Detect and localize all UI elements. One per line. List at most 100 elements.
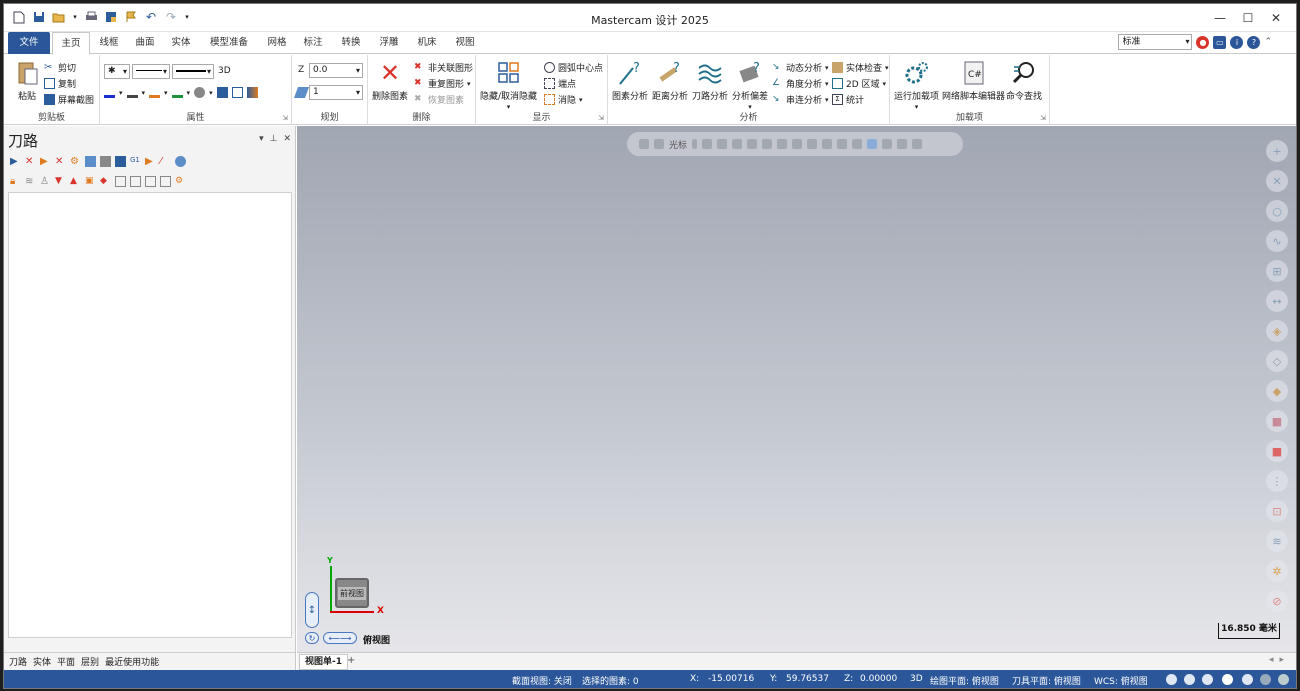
red-cube-icon[interactable]: ■ bbox=[1266, 440, 1288, 462]
area-2d-button[interactable]: 2D 区域 ▾ bbox=[832, 77, 886, 90]
deviation-analysis-button[interactable]: ? 分析偏差 ▾ bbox=[732, 59, 768, 112]
select-failed-icon[interactable]: ✕ bbox=[25, 156, 36, 167]
graphics-viewport[interactable]: 光标 + ✕ ○ ∿ ⊞ ↔ ◈ ◇ ◆ ■ ■ ⋮ ⊡ ≋ ✲ ⊘ Y X 前… bbox=[297, 126, 1296, 652]
panel-tab-1[interactable]: 实体 bbox=[33, 655, 51, 668]
autocursor-label[interactable]: 光标 bbox=[669, 138, 687, 151]
z-depth-input[interactable]: 0.0 bbox=[309, 63, 363, 78]
select-edge-icon[interactable] bbox=[822, 139, 833, 149]
chevron-down-icon[interactable]: ▾ bbox=[142, 89, 146, 97]
snap-icon[interactable] bbox=[702, 139, 713, 149]
wcs-status[interactable]: WCS: 俯视图 bbox=[1094, 674, 1148, 687]
move-up-icon[interactable]: ▲ bbox=[70, 176, 81, 187]
tab-3[interactable]: 曲面 bbox=[128, 32, 162, 54]
toolpath-analysis-button[interactable]: 刀路分析 bbox=[692, 59, 728, 102]
dim-icon[interactable]: ⋮ bbox=[1266, 470, 1288, 492]
chevron-down-icon[interactable]: ▾ bbox=[187, 89, 191, 97]
cursor-icon[interactable] bbox=[654, 139, 664, 149]
move-down-icon[interactable]: ▼ bbox=[55, 176, 66, 187]
select-solid-icon[interactable] bbox=[777, 139, 788, 149]
tab-9[interactable]: 浮雕 bbox=[372, 32, 406, 54]
viewsheet-tab-1[interactable]: 视图单-1 bbox=[299, 654, 348, 670]
point-color-icon[interactable] bbox=[171, 87, 183, 98]
level-input[interactable]: 1 bbox=[309, 85, 363, 100]
tab-1[interactable]: 主页 bbox=[52, 32, 90, 55]
show-all-icon[interactable] bbox=[130, 176, 141, 187]
collapse-icon[interactable] bbox=[145, 176, 156, 187]
globe-icon[interactable] bbox=[1166, 674, 1177, 685]
sphere-wire-icon[interactable] bbox=[1242, 674, 1253, 685]
tab-5[interactable]: 模型准备 bbox=[200, 32, 258, 54]
mode-3d-toggle[interactable]: 3D bbox=[218, 66, 231, 76]
solid-view-icon[interactable]: ◆ bbox=[1266, 380, 1288, 402]
no-entry-icon[interactable]: ⊘ bbox=[1266, 590, 1288, 612]
maximize-icon[interactable]: ☐ bbox=[1234, 8, 1262, 28]
fit-icon[interactable]: ✕ bbox=[1266, 170, 1288, 192]
solid-check-button[interactable]: 实体检查 ▾ bbox=[832, 61, 889, 74]
view-cube[interactable]: 前视图 bbox=[335, 578, 369, 608]
close-icon[interactable]: ✕ bbox=[1262, 8, 1290, 28]
entity-analysis-button[interactable]: ? 图素分析 bbox=[612, 59, 648, 102]
tab-10[interactable]: 机床 bbox=[410, 32, 444, 54]
tab-0[interactable]: 文件 bbox=[8, 32, 50, 54]
circle-icon[interactable]: ○ bbox=[1266, 200, 1288, 222]
select-wire-icon[interactable] bbox=[747, 139, 758, 149]
horizontal-rotate-control[interactable]: ⟵⟶ bbox=[323, 632, 357, 644]
panel-tab-0[interactable]: 刀路 bbox=[9, 655, 27, 668]
zoom-in-icon[interactable]: + bbox=[1266, 140, 1288, 162]
high-feed-icon[interactable]: ▶ bbox=[145, 156, 156, 167]
select-body-icon[interactable] bbox=[807, 139, 818, 149]
panel-close-icon[interactable]: ✕ bbox=[283, 134, 291, 144]
select-face-icon[interactable] bbox=[792, 139, 803, 149]
lock-icon[interactable]: 🔒︎ bbox=[10, 176, 21, 187]
point-style-combo[interactable]: ✱ bbox=[104, 64, 130, 79]
endpoints-button[interactable]: 端点 bbox=[544, 77, 576, 90]
lock-selection-icon[interactable] bbox=[639, 139, 649, 149]
wireframe-color-icon[interactable] bbox=[104, 87, 115, 98]
rotate-reset-icon[interactable]: ↻ bbox=[305, 632, 319, 644]
sphere-icon[interactable] bbox=[1222, 674, 1233, 685]
help-red-icon[interactable]: ● bbox=[1196, 35, 1210, 49]
sphere-alt-icon[interactable] bbox=[1278, 674, 1289, 685]
tab-8[interactable]: 转换 bbox=[334, 32, 368, 54]
show-selected-icon[interactable] bbox=[115, 176, 126, 187]
color-icon[interactable]: ■ bbox=[1266, 410, 1288, 432]
curve-icon[interactable]: ∿ bbox=[1266, 230, 1288, 252]
blank-button[interactable]: 消隐 ▾ bbox=[544, 93, 583, 106]
tab-scroll-arrows[interactable]: ◂▸ bbox=[1269, 655, 1290, 665]
gear-icon[interactable]: ✲ bbox=[1266, 560, 1288, 582]
distance-analysis-button[interactable]: ? 距离分析 bbox=[652, 59, 688, 102]
set-entity-icon[interactable] bbox=[231, 87, 243, 98]
properties-icon[interactable] bbox=[160, 176, 171, 187]
dialog-launcher-icon[interactable]: ⇲ bbox=[598, 114, 604, 122]
select-all-icon[interactable]: ▶ bbox=[10, 156, 21, 167]
duplicates-button[interactable]: ✖ 重复图形 ▾ bbox=[414, 77, 471, 90]
dialog-launcher-icon[interactable]: ⇲ bbox=[282, 114, 288, 122]
tab-7[interactable]: 标注 bbox=[296, 32, 330, 54]
cut-button[interactable]: ✂ 剪切 bbox=[44, 61, 76, 74]
dynamic-analysis-button[interactable]: ↘ 动态分析 ▾ bbox=[772, 61, 829, 74]
chevron-down-icon[interactable]: ▾ bbox=[164, 89, 168, 97]
tplane-status[interactable]: 刀具平面: 俯视图 bbox=[1012, 674, 1081, 687]
line-style-combo[interactable] bbox=[132, 64, 170, 79]
run-addin-button[interactable]: 运行加载项 ▾ bbox=[894, 59, 939, 112]
insert-arrow-icon[interactable]: ◆ bbox=[100, 176, 111, 187]
panel-tab-3[interactable]: 层别 bbox=[81, 655, 99, 668]
configuration-combo[interactable]: 标准 bbox=[1118, 34, 1193, 50]
add-viewsheet-button[interactable]: + bbox=[347, 655, 355, 666]
g1-post-icon[interactable]: G1 bbox=[130, 156, 141, 167]
panel-menu-icon[interactable]: ▾ bbox=[259, 134, 264, 144]
grid-snap-icon[interactable] bbox=[717, 139, 728, 149]
hide-unhide-button[interactable]: 隐藏/取消隐藏 ▾ bbox=[480, 59, 537, 112]
mode-3d-status[interactable]: 3D bbox=[910, 674, 923, 684]
info-icon[interactable]: i bbox=[1230, 35, 1244, 49]
tab-11[interactable]: 视图 bbox=[448, 32, 482, 54]
regenerate-dirty-icon[interactable]: ✕ bbox=[55, 156, 66, 167]
simulate-icon[interactable]: ⚙ bbox=[70, 156, 81, 167]
delete-entities-button[interactable]: ✕ 删除图素 bbox=[372, 59, 408, 102]
screenshot-button[interactable]: 屏幕截图 bbox=[44, 93, 94, 106]
toggle-posting-icon[interactable]: ♙ bbox=[40, 176, 51, 187]
cplane-status[interactable]: 绘图平面: 俯视图 bbox=[930, 674, 999, 687]
solid-color-icon[interactable] bbox=[126, 87, 138, 98]
simulator-icon[interactable] bbox=[115, 156, 126, 167]
angle-analysis-button[interactable]: ∠ 角度分析 ▾ bbox=[772, 77, 829, 90]
